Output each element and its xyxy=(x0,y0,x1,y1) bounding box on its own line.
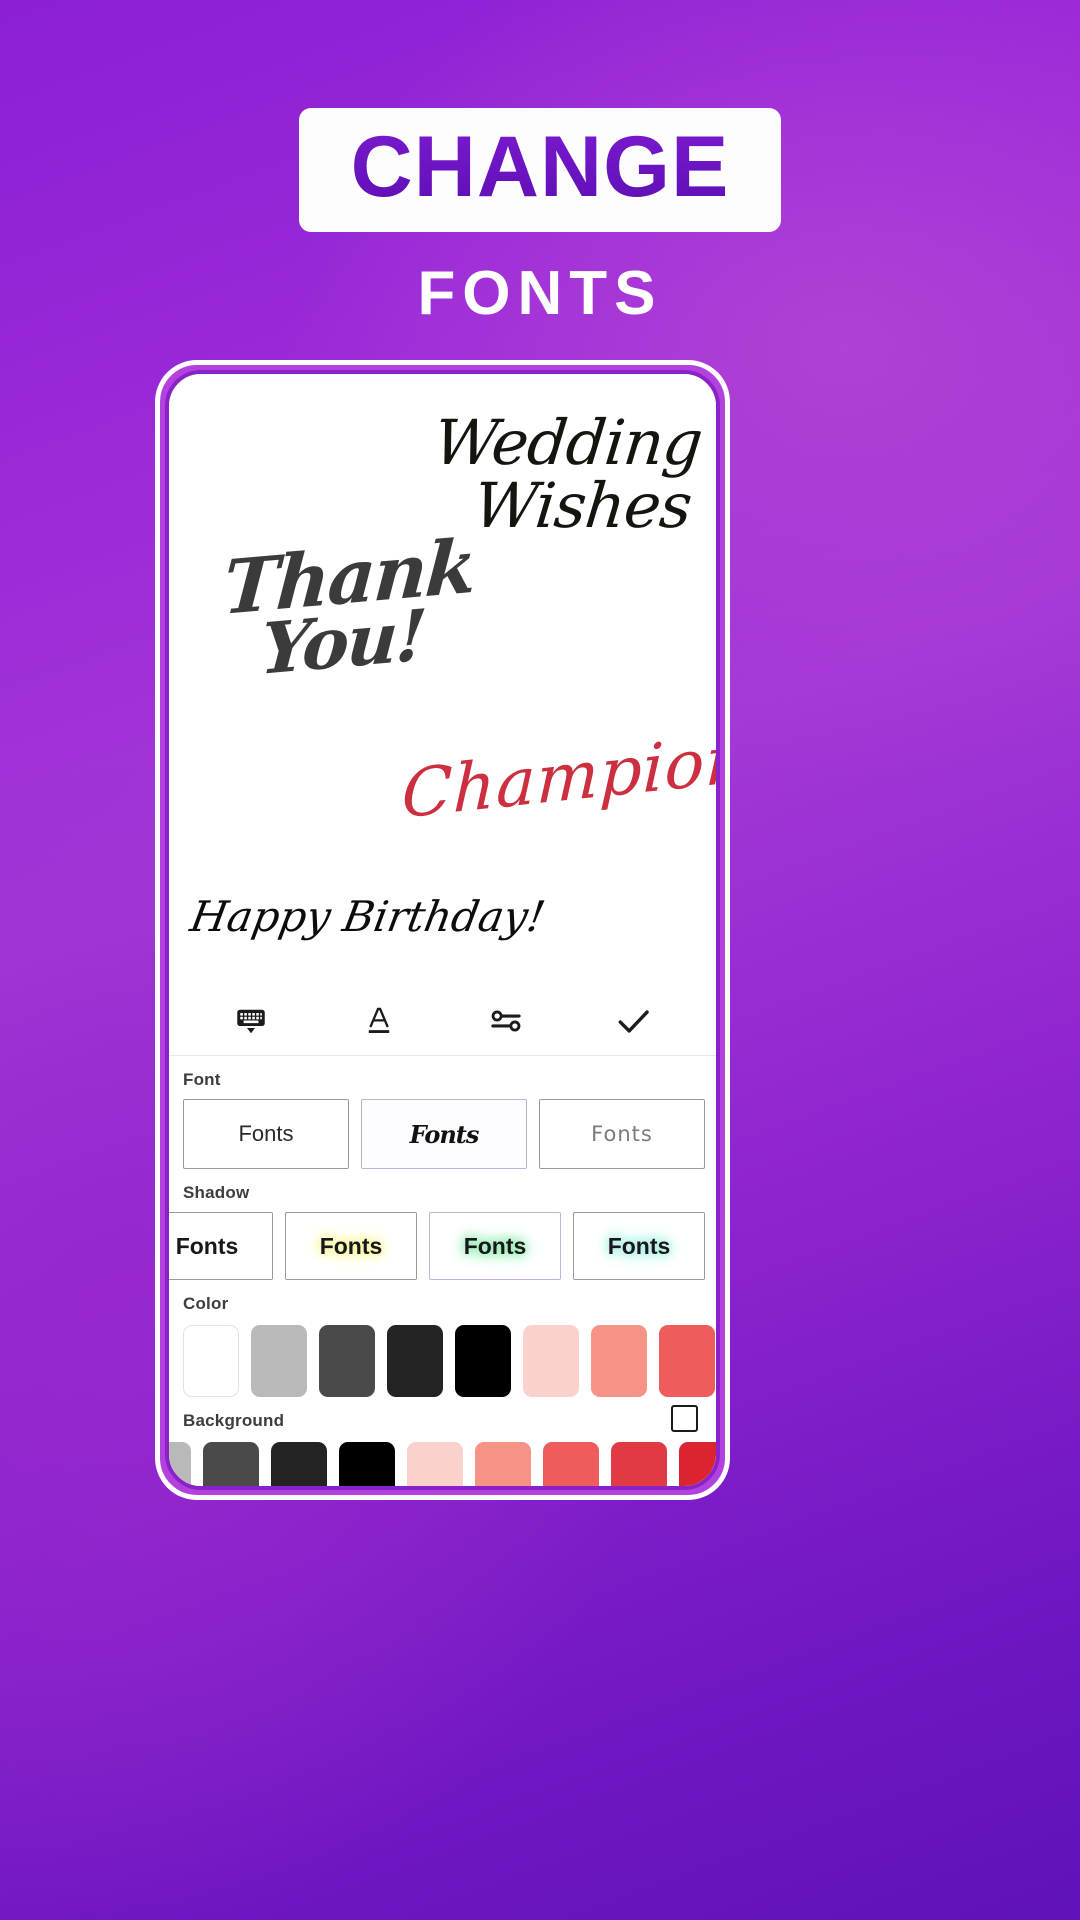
phone-mockup: Wedding Wishes Thank You! Champion Happy… xyxy=(155,360,730,1500)
promo-subtitle: FONTS xyxy=(417,259,663,328)
background-swatch[interactable] xyxy=(611,1442,667,1486)
tune-icon xyxy=(489,1007,523,1035)
font-option-label: Fonts xyxy=(238,1121,294,1146)
text-canvas[interactable]: Wedding Wishes Thank You! Champion Happy… xyxy=(169,374,716,986)
color-swatch[interactable] xyxy=(387,1325,443,1397)
background-swatch[interactable] xyxy=(339,1442,395,1486)
color-swatch[interactable] xyxy=(591,1325,647,1397)
keyboard-hide-button[interactable] xyxy=(220,995,282,1047)
artwork-thank-you[interactable]: Thank You! xyxy=(217,523,478,691)
background-section-label: Background xyxy=(183,1411,285,1430)
font-strip[interactable]: Fonts Fonts Fonts Fonts Fonts xyxy=(169,1099,716,1169)
editor-toolbar xyxy=(169,986,716,1056)
background-swatch[interactable] xyxy=(203,1442,259,1486)
background-swatch[interactable] xyxy=(169,1442,191,1486)
shadow-strip[interactable]: Fonts Fonts Fonts Fonts Fonts xyxy=(169,1212,716,1280)
check-icon xyxy=(617,1006,651,1036)
background-strip[interactable] xyxy=(169,1442,716,1486)
font-option-selected[interactable]: Fonts xyxy=(361,1099,527,1169)
color-swatch[interactable] xyxy=(183,1325,239,1397)
artwork-champion[interactable]: Champion xyxy=(401,719,716,833)
text-format-icon xyxy=(364,1005,394,1037)
phone-screen: Wedding Wishes Thank You! Champion Happy… xyxy=(165,370,720,1490)
shadow-option-label: Fonts xyxy=(607,1232,671,1259)
text-format-button[interactable] xyxy=(348,995,410,1047)
color-strip[interactable] xyxy=(169,1325,716,1397)
promo-title: CHANGE xyxy=(350,119,730,215)
font-option-label: Fonts xyxy=(409,1119,480,1149)
shadow-section-label: Shadow xyxy=(183,1183,250,1202)
font-option[interactable]: Fonts xyxy=(539,1099,705,1169)
font-section-label: Font xyxy=(183,1070,221,1089)
color-swatch[interactable] xyxy=(455,1325,511,1397)
promo-header: CHANGE FONTS xyxy=(0,0,1080,329)
color-swatch[interactable] xyxy=(251,1325,307,1397)
shadow-option-selected[interactable]: Fonts xyxy=(429,1212,561,1280)
background-swatch[interactable] xyxy=(475,1442,531,1486)
style-options-panel: Font Fonts Fonts Fonts Fonts Fonts xyxy=(169,1056,716,1486)
color-swatch[interactable] xyxy=(523,1325,579,1397)
shadow-option[interactable]: Fonts xyxy=(169,1212,273,1280)
background-swatch[interactable] xyxy=(679,1442,716,1486)
artwork-happy-birthday[interactable]: Happy Birthday! xyxy=(187,892,549,941)
done-button[interactable] xyxy=(603,995,665,1047)
keyboard-hide-icon xyxy=(234,1006,268,1036)
shadow-option[interactable]: Fonts xyxy=(285,1212,417,1280)
color-swatch[interactable] xyxy=(319,1325,375,1397)
promo-title-plate: CHANGE xyxy=(298,108,782,232)
background-enable-checkbox[interactable] xyxy=(671,1405,698,1432)
background-swatch[interactable] xyxy=(271,1442,327,1486)
background-swatch[interactable] xyxy=(407,1442,463,1486)
artwork-wedding-wishes[interactable]: Wedding Wishes xyxy=(424,406,705,542)
font-option[interactable]: Fonts xyxy=(183,1099,349,1169)
color-section-label: Color xyxy=(183,1294,229,1313)
tune-button[interactable] xyxy=(475,995,537,1047)
background-section-header: Background xyxy=(169,1397,716,1440)
font-option-label: Fonts xyxy=(591,1122,653,1146)
shadow-option-label: Fonts xyxy=(175,1232,239,1259)
shadow-option-label: Fonts xyxy=(319,1232,383,1259)
background-swatch[interactable] xyxy=(543,1442,599,1486)
shadow-option[interactable]: Fonts xyxy=(573,1212,705,1280)
shadow-option-label: Fonts xyxy=(463,1232,527,1259)
color-swatch[interactable] xyxy=(659,1325,715,1397)
